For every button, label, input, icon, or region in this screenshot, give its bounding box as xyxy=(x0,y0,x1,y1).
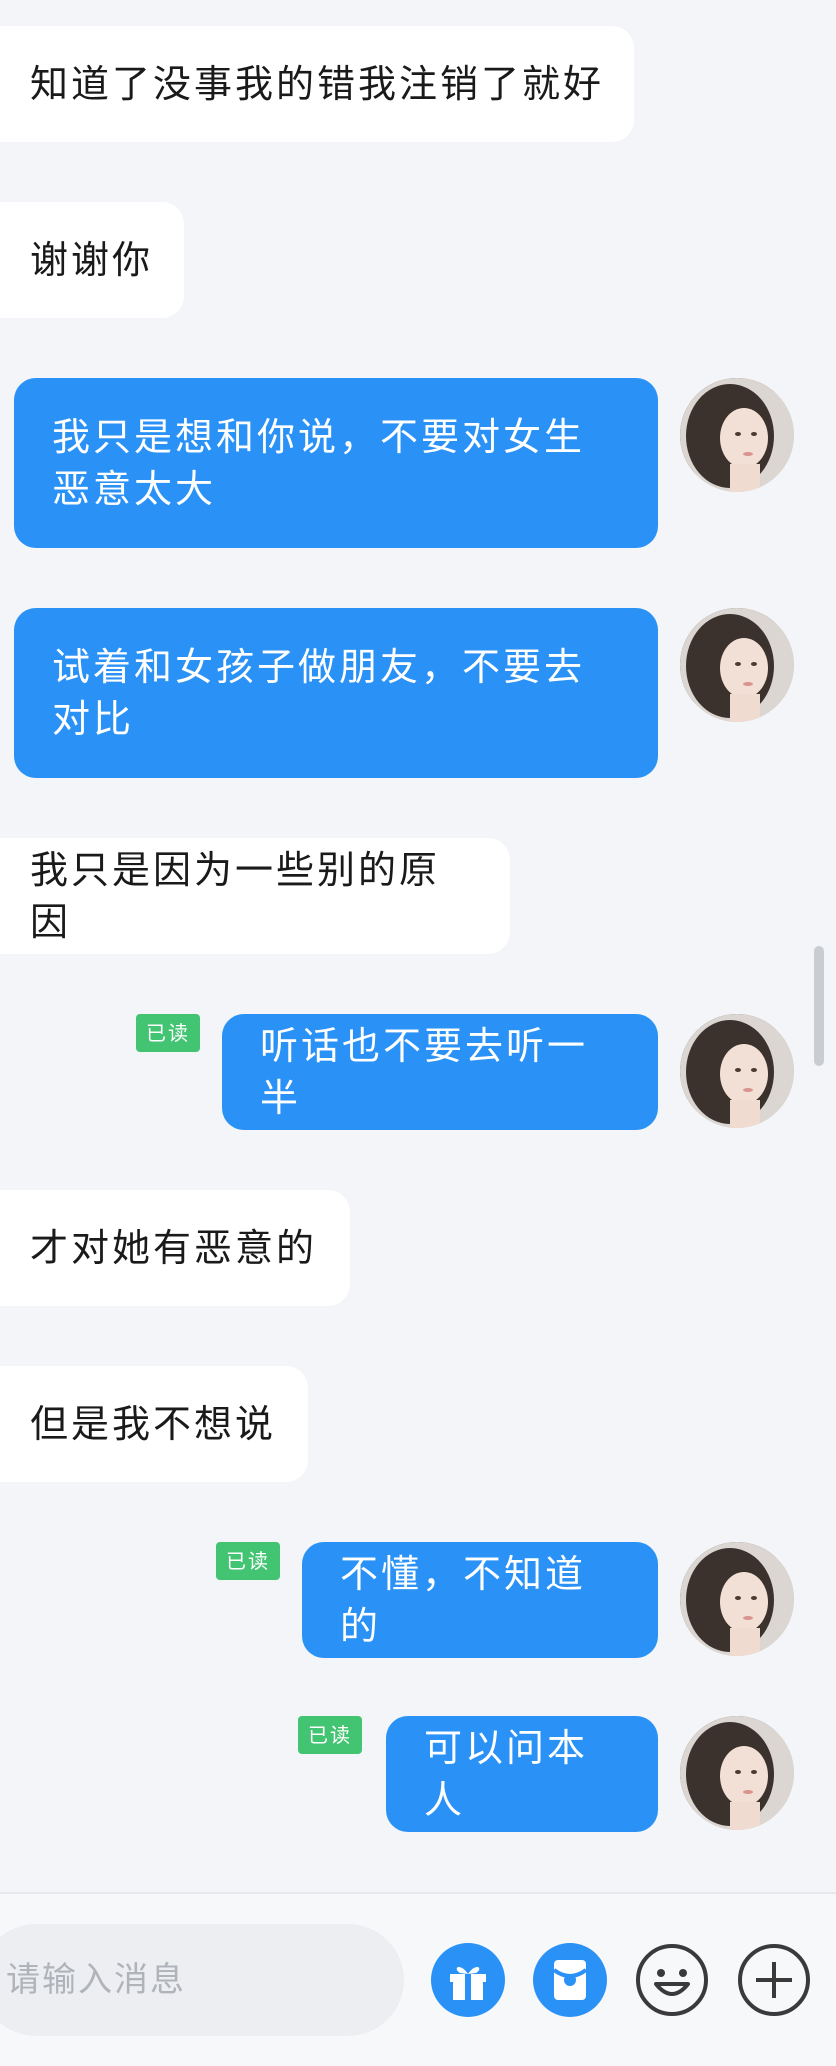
avatar[interactable] xyxy=(680,378,794,492)
gift-icon[interactable] xyxy=(430,1942,506,2018)
avatar[interactable] xyxy=(680,608,794,722)
avatar[interactable] xyxy=(680,1014,794,1128)
outgoing-message[interactable]: 可以问本人 xyxy=(386,1716,658,1832)
plus-icon[interactable] xyxy=(736,1942,812,2018)
avatar[interactable] xyxy=(680,1716,794,1830)
outgoing-message[interactable]: 试着和女孩子做朋友，不要去对比 xyxy=(14,608,658,778)
red-packet-icon[interactable] xyxy=(532,1942,608,2018)
incoming-message[interactable]: 谢谢你 xyxy=(0,202,184,318)
chat-history[interactable]: 知道了没事我的错我注销了就好 谢谢你 我只是想和你说，不要对女生恶意太大 试着和… xyxy=(0,0,836,1892)
incoming-message[interactable]: 才对她有恶意的 xyxy=(0,1190,350,1306)
incoming-message[interactable]: 知道了没事我的错我注销了就好 xyxy=(0,26,634,142)
avatar[interactable] xyxy=(680,1542,794,1656)
message-input[interactable]: 请输入消息 xyxy=(0,1924,404,2036)
read-receipt-badge: 已读 xyxy=(136,1014,200,1052)
outgoing-message[interactable]: 我只是想和你说，不要对女生恶意太大 xyxy=(14,378,658,548)
scrollbar[interactable] xyxy=(814,946,824,1066)
outgoing-message[interactable]: 不懂，不知道的 xyxy=(302,1542,658,1658)
read-receipt-badge: 已读 xyxy=(298,1716,362,1754)
incoming-message[interactable]: 但是我不想说 xyxy=(0,1366,308,1482)
message-composer: 请输入消息 xyxy=(0,1892,836,2066)
read-receipt-badge: 已读 xyxy=(216,1542,280,1580)
emoji-icon[interactable] xyxy=(634,1942,710,2018)
outgoing-message[interactable]: 听话也不要去听一半 xyxy=(222,1014,658,1130)
incoming-message[interactable]: 我只是因为一些别的原因 xyxy=(0,838,510,954)
